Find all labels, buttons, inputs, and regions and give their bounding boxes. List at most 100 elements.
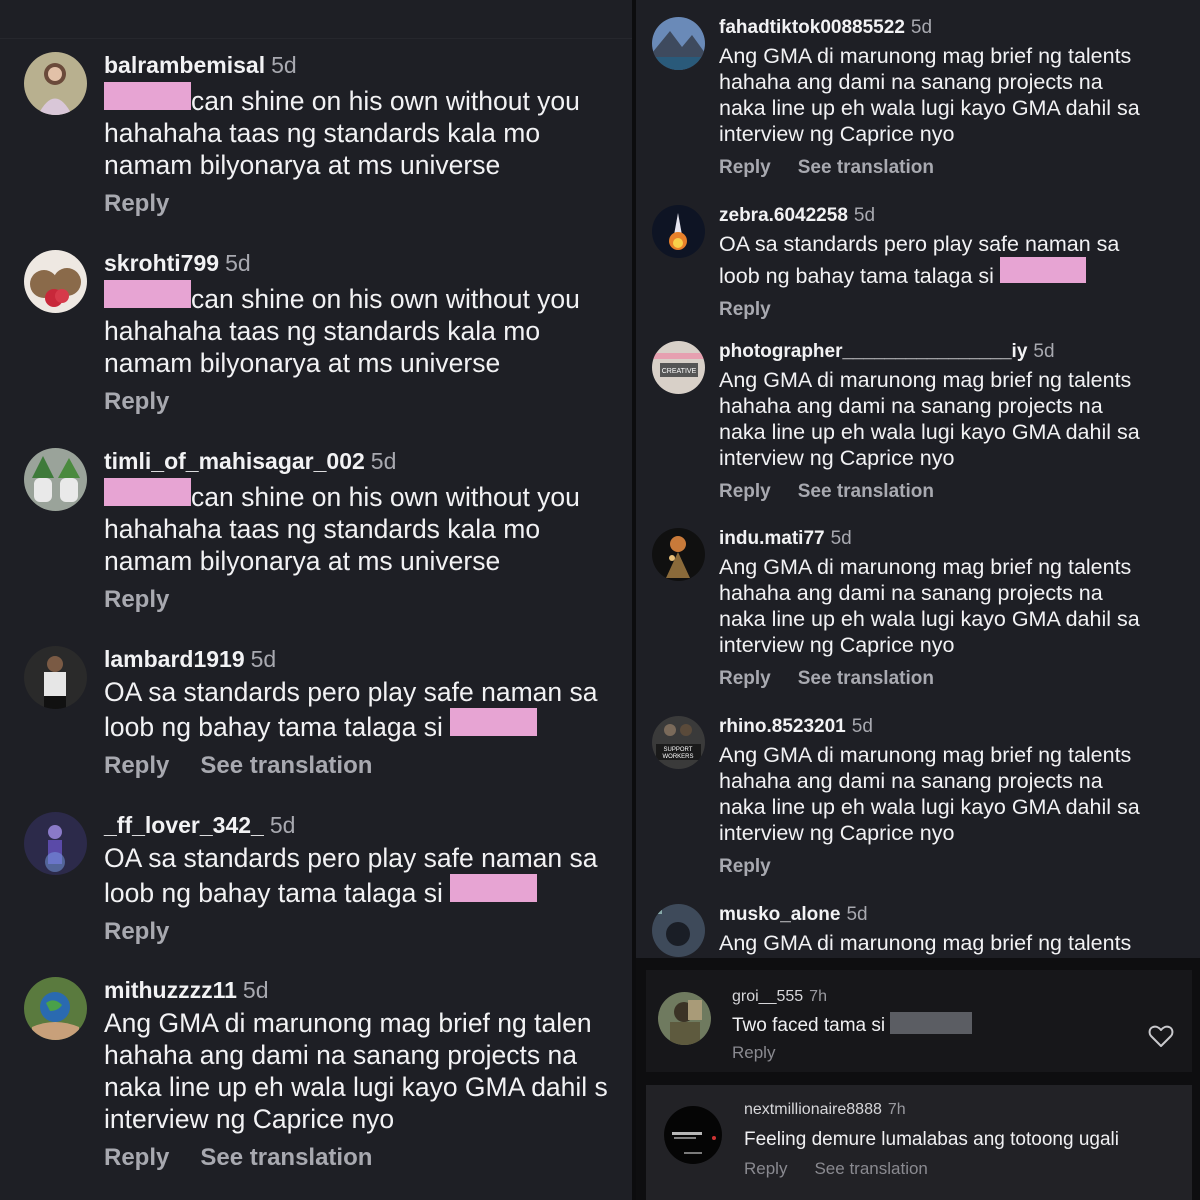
timestamp: 7h: [809, 988, 827, 1005]
avatar[interactable]: [652, 17, 705, 70]
comment-text: can shine on his own without you hahahaha…: [104, 478, 634, 577]
comment-text-line: interview ng Caprice nyo: [719, 633, 955, 657]
avatar[interactable]: SUPPORT WORKERS: [652, 716, 705, 769]
reply-button[interactable]: Reply: [104, 585, 169, 615]
comment-actions: Reply: [104, 585, 634, 615]
comment-text-line: hahahaha taas ng standards kala mo: [104, 316, 541, 346]
bottom-comments-panel: groi__555 7h Two faced tama si Reply next…: [634, 958, 1200, 1200]
comment-actions: Reply See translation: [719, 666, 1200, 692]
reply-button[interactable]: Reply: [732, 1043, 775, 1063]
comment-text-line: Ang GMA di marunong mag brief ng talen: [104, 1008, 592, 1038]
comment-header: _ff_lover_342_ 5d: [104, 810, 634, 840]
right-comments-panel: fahadtiktok00885522 5d Ang GMA di marunong…: [634, 0, 1200, 958]
comment-text-line: Feeling demure lumalabas ang totoong uga…: [744, 1129, 1119, 1150]
avatar[interactable]: CREATIVE: [652, 341, 705, 394]
comment-text-line: hahaha ang dami na sanang projects na: [719, 70, 1103, 94]
redaction-block: [450, 708, 538, 736]
comment-actions: Reply: [719, 297, 1200, 323]
reply-button[interactable]: Reply: [719, 854, 771, 880]
username[interactable]: lambard1919: [104, 646, 245, 672]
timestamp: 5d: [853, 205, 876, 226]
username[interactable]: photographer________________iy: [719, 341, 1027, 362]
reply-button[interactable]: Reply: [719, 297, 771, 323]
comment-text-line: naka line up eh wala lugi kayo GMA dahil…: [719, 96, 1140, 120]
comment-text-line: namam bilyonarya at ms universe: [104, 150, 501, 180]
redaction-block: [104, 82, 191, 110]
reply-button[interactable]: Reply: [104, 189, 169, 219]
comment-text: OA sa standards pero play safe naman sa l…: [104, 676, 634, 743]
comment-text: Ang GMA di marunong mag brief ng talents…: [719, 554, 1200, 658]
svg-text:CREATIVE: CREATIVE: [662, 368, 697, 375]
avatar[interactable]: [652, 205, 705, 258]
comment-actions: Reply: [732, 1043, 1172, 1063]
heart-outline-icon[interactable]: [1148, 1024, 1174, 1048]
reply-button[interactable]: Reply: [719, 155, 771, 181]
avatar[interactable]: [24, 52, 87, 115]
avatar[interactable]: [652, 904, 705, 957]
avatar[interactable]: [24, 448, 87, 511]
comment-text-line: hahaha ang dami na sanang projects na: [719, 394, 1103, 418]
timestamp: 7h: [887, 1101, 906, 1118]
username[interactable]: fahadtiktok00885522: [719, 17, 905, 38]
username[interactable]: timli_of_mahisagar_002: [104, 448, 365, 474]
username[interactable]: rhino.8523201: [719, 716, 846, 737]
comment-text-line: hahahaha taas ng standards kala mo: [104, 514, 541, 544]
timestamp: 5d: [250, 646, 277, 672]
username[interactable]: _ff_lover_342_: [104, 812, 264, 838]
see-translation-button[interactable]: See translation: [798, 479, 934, 505]
panel-edge: [0, 38, 634, 39]
reply-button[interactable]: Reply: [104, 387, 169, 417]
username[interactable]: indu.mati77: [719, 528, 825, 549]
comment-actions: Reply See translation: [719, 155, 1200, 181]
comment-text-line: OA sa standards pero play safe naman sa: [719, 232, 1120, 256]
comment-card-nextmillionaire: nextmillionaire8888 7h Feeling demure lum…: [646, 1085, 1192, 1200]
comment-actions: Reply: [104, 917, 634, 947]
redaction-block: [999, 257, 1086, 283]
see-translation-button[interactable]: See translation: [798, 666, 934, 692]
username[interactable]: balrambemisal: [104, 52, 265, 78]
avatar[interactable]: [24, 250, 87, 313]
see-translation-button[interactable]: See translation: [814, 1159, 927, 1179]
reply-button[interactable]: Reply: [104, 917, 169, 947]
username[interactable]: groi__555: [732, 988, 803, 1005]
avatar[interactable]: [24, 646, 87, 709]
username[interactable]: skrohti799: [104, 250, 219, 276]
comment-text: Ang GMA di marunong mag brief ng talen ha…: [104, 1007, 634, 1135]
timestamp: 5d: [271, 52, 297, 78]
see-translation-button[interactable]: See translation: [798, 155, 934, 181]
username[interactable]: zebra.6042258: [719, 205, 848, 226]
comment-text: Ang GMA di marunong mag brief ng talents…: [719, 43, 1200, 147]
timestamp: 5d: [269, 812, 296, 838]
comment-text: can shine on his own without you hahahaha…: [104, 280, 634, 379]
comment-text-line: loob ng bahay tama talaga si: [104, 708, 634, 743]
comment-text-line: namam bilyonarya at ms universe: [104, 348, 501, 378]
comment-actions: Reply: [719, 854, 1200, 880]
avatar[interactable]: [652, 528, 705, 581]
reply-button[interactable]: Reply: [719, 479, 771, 505]
panel-divider: [632, 0, 636, 1200]
comment-header: photographer________________iy 5d: [719, 339, 1200, 365]
redaction-block: [450, 874, 538, 902]
reply-button[interactable]: Reply: [744, 1159, 787, 1179]
comment-text: Ang GMA di marunong mag brief ng talents: [719, 930, 1200, 956]
comment-text-line: naka line up eh wala lugi kayo GMA dahil…: [719, 607, 1140, 631]
reply-button[interactable]: Reply: [719, 666, 771, 692]
comment-text-line: Ang GMA di marunong mag brief ng talents: [719, 743, 1132, 767]
avatar[interactable]: [664, 1106, 722, 1164]
avatar[interactable]: [24, 977, 87, 1040]
comment-text-line: interview ng Caprice nyo: [719, 446, 955, 470]
see-translation-button[interactable]: See translation: [200, 1143, 372, 1173]
comment-text-line: interview ng Caprice nyo: [719, 821, 955, 845]
avatar[interactable]: [24, 812, 87, 875]
see-translation-button[interactable]: See translation: [200, 751, 372, 781]
username[interactable]: mithuzzzz11: [104, 977, 237, 1003]
comment-text-line: loob ng bahay tama talaga si: [719, 257, 1200, 289]
svg-text:SUPPORT: SUPPORT: [664, 747, 693, 753]
reply-button[interactable]: Reply: [104, 751, 169, 781]
username[interactable]: musko_alone: [719, 904, 840, 925]
comment-text: OA sa standards pero play safe naman sa l…: [104, 842, 634, 909]
avatar[interactable]: [658, 992, 711, 1045]
reply-button[interactable]: Reply: [104, 1143, 169, 1173]
comment-actions: Reply: [104, 387, 634, 417]
username[interactable]: nextmillionaire8888: [744, 1101, 882, 1118]
